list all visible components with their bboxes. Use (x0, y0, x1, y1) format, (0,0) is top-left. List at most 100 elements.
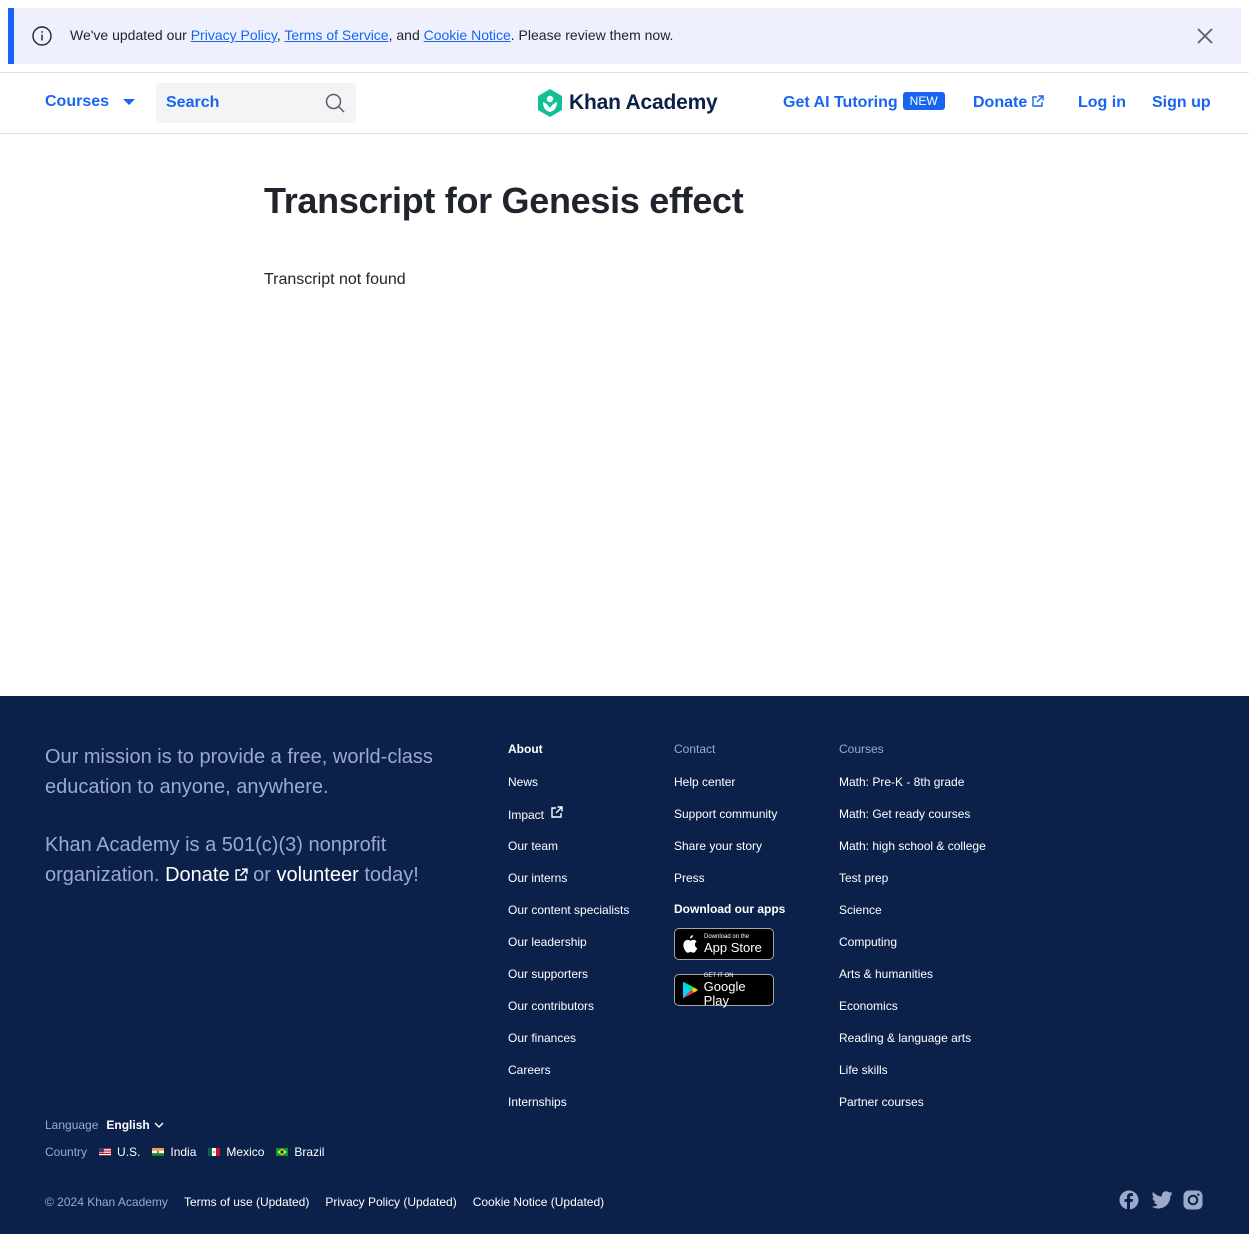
twitter-icon[interactable] (1151, 1190, 1173, 1210)
banner-message: We've updated our Privacy Policy, Terms … (70, 27, 673, 43)
country-selector-row: Country U.S. India Mexico Brazil (45, 1145, 336, 1159)
khan-academy-logo[interactable]: Khan Academy (537, 89, 718, 117)
footer-link-share-story[interactable]: Share your story (674, 838, 785, 870)
footer-link-impact[interactable]: Impact (508, 806, 629, 838)
country-us-label: U.S. (117, 1145, 141, 1159)
footer-link-internships[interactable]: Internships (508, 1094, 629, 1126)
footer-link-support-community[interactable]: Support community (674, 806, 785, 838)
footer-link-careers[interactable]: Careers (508, 1062, 629, 1094)
new-badge: NEW (902, 92, 945, 110)
chevron-down-icon (123, 99, 136, 105)
instagram-icon[interactable] (1183, 1190, 1203, 1210)
login-link[interactable]: Log in (1078, 94, 1126, 112)
banner-and: , and (388, 27, 424, 43)
privacy-policy-footer-link[interactable]: Privacy Policy (Updated) (325, 1195, 456, 1209)
footer-legal-row: © 2024 Khan Academy Terms of use (Update… (45, 1195, 620, 1209)
india-flag-icon (152, 1148, 165, 1156)
country-us[interactable]: U.S. (99, 1145, 140, 1159)
footer-link-computing[interactable]: Computing (839, 934, 986, 966)
cookie-notice-link[interactable]: Cookie Notice (424, 27, 511, 43)
about-column: About News Impact Our team Our interns O… (508, 742, 629, 1126)
volunteer-link[interactable]: volunteer (276, 864, 358, 886)
nonprofit-statement: Khan Academy is a 501(c)(3) nonprofit or… (45, 830, 465, 890)
donate-label: Donate (973, 94, 1028, 111)
privacy-policy-link[interactable]: Privacy Policy (191, 27, 277, 43)
contact-column: Contact Help center Support community Sh… (674, 742, 785, 1020)
apple-icon (683, 935, 698, 953)
footer-link-math-prek-8[interactable]: Math: Pre-K - 8th grade (839, 774, 986, 806)
terms-of-use-link[interactable]: Terms of use (Updated) (184, 1195, 309, 1209)
footer-link-help-center[interactable]: Help center (674, 774, 785, 806)
signup-link[interactable]: Sign up (1152, 94, 1211, 112)
footer-link-finances[interactable]: Our finances (508, 1030, 629, 1062)
search-icon[interactable] (325, 93, 345, 113)
country-india[interactable]: India (152, 1145, 196, 1159)
footer-link-our-interns[interactable]: Our interns (508, 870, 629, 902)
footer-link-supporters[interactable]: Our supporters (508, 966, 629, 998)
footer-link-economics[interactable]: Economics (839, 998, 986, 1030)
google-play-button[interactable]: GET IT ON Google Play (674, 973, 774, 1008)
footer-link-test-prep[interactable]: Test prep (839, 870, 986, 902)
impact-label: Impact (508, 808, 545, 822)
footer-link-contributors[interactable]: Our contributors (508, 998, 629, 1030)
footer-link-science[interactable]: Science (839, 902, 986, 934)
us-flag-icon (99, 1148, 112, 1156)
footer-link-life-skills[interactable]: Life skills (839, 1062, 986, 1094)
google-play-big: Google Play (703, 978, 746, 1008)
search-input[interactable]: Search (156, 83, 356, 123)
transcript-status-message: Transcript not found (264, 271, 406, 288)
app-store-big: App Store (704, 939, 762, 955)
country-mexico-label: Mexico (226, 1145, 265, 1159)
donate-link[interactable]: Donate (973, 94, 1044, 112)
language-select[interactable]: English (106, 1118, 164, 1132)
mission-statement: Our mission is to provide a free, world-… (45, 746, 433, 798)
footer-link-news[interactable]: News (508, 774, 629, 806)
courses-heading: Courses (839, 742, 884, 756)
footer-link-our-team[interactable]: Our team (508, 838, 629, 870)
courses-label: Courses (45, 93, 110, 110)
footer-link-arts-humanities[interactable]: Arts & humanities (839, 966, 986, 998)
footer-link-math-get-ready[interactable]: Math: Get ready courses (839, 806, 986, 838)
country-brazil[interactable]: Brazil (276, 1145, 324, 1159)
external-link-icon (1032, 95, 1044, 107)
brazil-flag-icon (276, 1148, 289, 1156)
khan-academy-logo-icon (538, 89, 562, 117)
close-icon[interactable] (1195, 26, 1215, 46)
external-link-icon (551, 806, 563, 818)
app-store-button[interactable]: Download on the App Store (674, 928, 774, 960)
terms-of-service-link[interactable]: Terms of Service (284, 27, 388, 43)
country-label: Country (45, 1145, 88, 1159)
google-play-icon (682, 981, 698, 999)
copyright: © 2024 Khan Academy (45, 1195, 168, 1209)
language-label: Language (45, 1118, 99, 1132)
footer-donate-link[interactable]: Donate (165, 864, 248, 886)
footer-link-leadership[interactable]: Our leadership (508, 934, 629, 966)
page-title: Transcript for Genesis effect (264, 180, 744, 221)
banner-prefix: We've updated our (70, 27, 191, 43)
footer-link-partner-courses[interactable]: Partner courses (839, 1094, 986, 1126)
tutoring-label: Get AI Tutoring (783, 94, 898, 111)
facebook-icon[interactable] (1119, 1190, 1139, 1210)
chevron-down-icon (154, 1122, 164, 1128)
about-heading: About (508, 742, 543, 756)
get-ai-tutoring-link[interactable]: Get AI Tutoring NEW (783, 92, 945, 112)
banner-suffix: . Please review them now. (510, 27, 674, 43)
policy-update-banner: We've updated our Privacy Policy, Terms … (8, 8, 1241, 64)
courses-menu-button[interactable]: Courses (45, 93, 136, 111)
site-footer: Our mission is to provide a free, world-… (0, 696, 1249, 1234)
contact-heading: Contact (674, 742, 716, 756)
logo-text: Khan Academy (569, 91, 718, 114)
country-brazil-label: Brazil (294, 1145, 325, 1159)
footer-donate-label: Donate (165, 864, 230, 886)
mexico-flag-icon (208, 1148, 221, 1156)
footer-link-content-specialists[interactable]: Our content specialists (508, 902, 629, 934)
country-mexico[interactable]: Mexico (208, 1145, 264, 1159)
footer-link-math-hs-college[interactable]: Math: high school & college (839, 838, 986, 870)
footer-link-reading-language-arts[interactable]: Reading & language arts (839, 1030, 986, 1062)
info-circle-icon (32, 26, 52, 46)
cookie-notice-footer-link[interactable]: Cookie Notice (Updated) (473, 1195, 604, 1209)
app-store-text: Download on the App Store (704, 934, 762, 955)
language-value: English (106, 1118, 150, 1132)
site-header: Courses Search Khan Academy Get AI Tutor… (0, 72, 1249, 134)
footer-link-press[interactable]: Press (674, 870, 785, 902)
